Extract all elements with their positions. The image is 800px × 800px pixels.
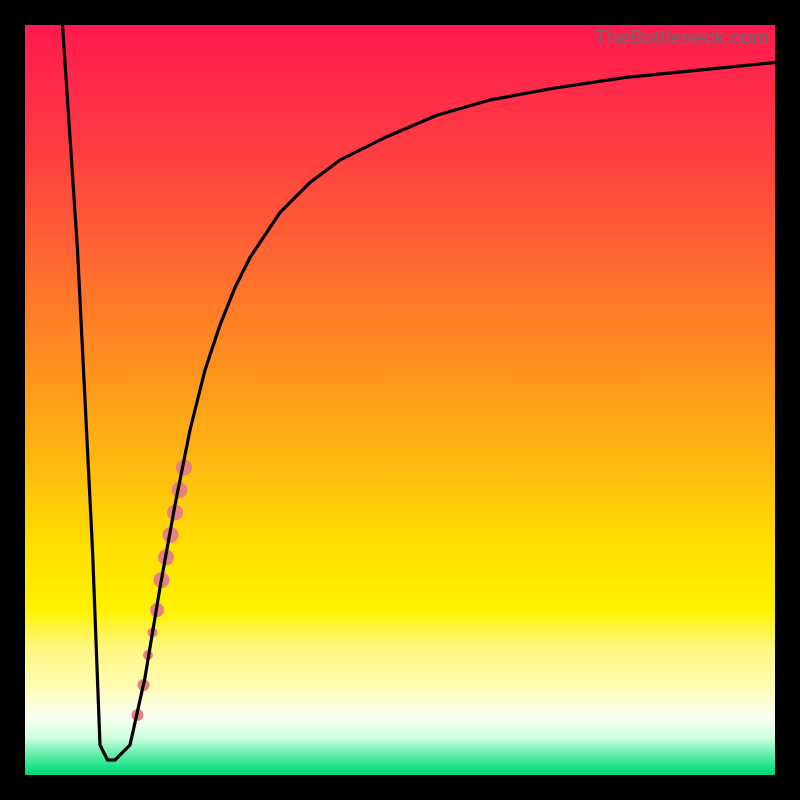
bottleneck-curve [63, 25, 776, 760]
marker-layer [132, 460, 193, 722]
plot-area: TheBottleneck.com [25, 25, 775, 775]
chart-frame: TheBottleneck.com [0, 0, 800, 800]
chart-svg [25, 25, 775, 775]
